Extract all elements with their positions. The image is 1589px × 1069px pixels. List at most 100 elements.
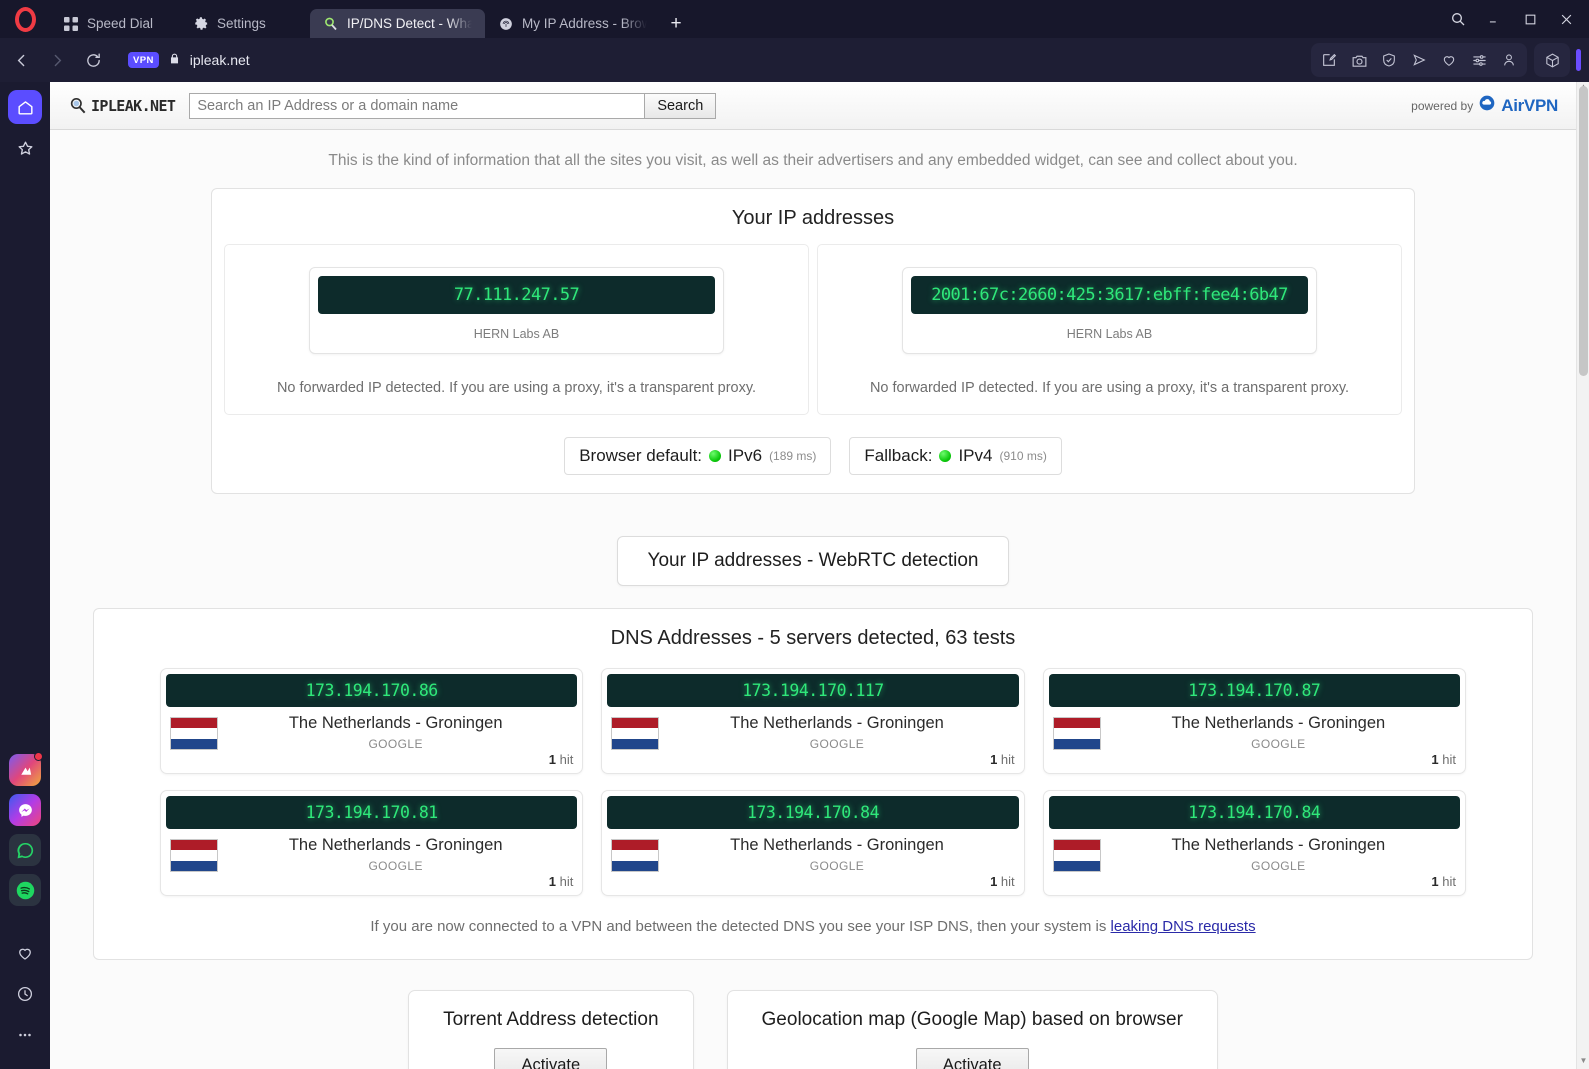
status-dot bbox=[939, 450, 952, 462]
sidebar-item-spotify[interactable] bbox=[9, 874, 41, 906]
status-dot bbox=[709, 450, 722, 462]
scroll-down-arrow[interactable]: ▼ bbox=[1577, 1056, 1589, 1069]
scroll-thumb[interactable] bbox=[1579, 86, 1588, 376]
dns-address[interactable]: 173.194.170.117 bbox=[607, 674, 1019, 707]
tab-label: Settings bbox=[217, 16, 266, 31]
padlock-icon[interactable] bbox=[168, 51, 181, 69]
edit-snapshot-icon[interactable] bbox=[1314, 45, 1344, 75]
sidebar-item-messenger-pin[interactable] bbox=[9, 752, 43, 786]
browser-default-latency: (189 ms) bbox=[769, 449, 817, 463]
reload-button[interactable] bbox=[76, 43, 110, 77]
dns-hit-count: 1 bbox=[548, 752, 556, 767]
dns-hit-unit: hit bbox=[559, 874, 574, 889]
ipv4-org: HERN Labs AB bbox=[473, 327, 560, 341]
dns-hits: 1 hit bbox=[549, 874, 574, 889]
search-icon[interactable] bbox=[1441, 4, 1475, 34]
magnifier-icon bbox=[70, 97, 86, 113]
sidebar-item-home[interactable] bbox=[8, 90, 42, 124]
powered-by: powered by AirVPN bbox=[1411, 95, 1558, 116]
netherlands-flag-icon bbox=[611, 839, 660, 872]
ipv6-column: 2001:67c:2660:425:3617:ebff:fee4:6b47 HE… bbox=[817, 244, 1402, 415]
ipleak-logo-text: IPLEAK.NET bbox=[91, 96, 176, 115]
notification-badge bbox=[34, 752, 43, 761]
ipv4-forward-note: No forwarded IP detected. If you are usi… bbox=[276, 380, 757, 396]
dns-address[interactable]: 173.194.170.84 bbox=[607, 796, 1019, 829]
camera-icon[interactable] bbox=[1344, 45, 1374, 75]
dns-address[interactable]: 173.194.170.81 bbox=[166, 796, 578, 829]
maximize-icon[interactable] bbox=[1513, 4, 1547, 34]
dns-card-body: The Netherlands - Groningen GOOGLE 1 hit bbox=[1049, 829, 1460, 891]
sidebar-item-messenger[interactable] bbox=[9, 794, 41, 826]
dns-org: GOOGLE bbox=[1251, 736, 1306, 751]
tab-speed-dial[interactable]: Speed Dial bbox=[50, 9, 180, 38]
sidebar-item-star[interactable] bbox=[8, 131, 42, 165]
dns-card-body: The Netherlands - Groningen GOOGLE 1 hit bbox=[166, 829, 577, 891]
ipleak-page: IPLEAK.NET Search powered by AirVPN bbox=[50, 82, 1576, 1069]
dns-address[interactable]: 173.194.170.86 bbox=[166, 674, 578, 707]
browser-default-label: Browser default: bbox=[579, 446, 703, 465]
netherlands-flag-icon bbox=[611, 717, 660, 750]
geolocation-activate-button[interactable]: Activate bbox=[915, 1048, 1029, 1069]
dns-hits: 1 hit bbox=[990, 874, 1015, 889]
fingerprint-icon bbox=[498, 16, 514, 32]
sidebar-item-more[interactable] bbox=[8, 1018, 42, 1052]
fallback-latency: (910 ms) bbox=[999, 449, 1047, 463]
url-text: ipleak.net bbox=[189, 52, 250, 68]
netherlands-flag-icon bbox=[1052, 717, 1101, 750]
sidebar-item-whatsapp[interactable] bbox=[9, 834, 41, 866]
close-icon[interactable] bbox=[1549, 4, 1583, 34]
netherlands-flag-icon bbox=[1052, 839, 1101, 872]
send-icon[interactable] bbox=[1404, 45, 1434, 75]
dns-address[interactable]: 173.194.170.84 bbox=[1048, 796, 1460, 829]
page-scrollbar[interactable]: ▲ ▼ bbox=[1576, 82, 1589, 1069]
search-button[interactable]: Search bbox=[645, 92, 717, 119]
shield-check-icon[interactable] bbox=[1374, 45, 1404, 75]
sidebar-accent-bar bbox=[1576, 49, 1581, 71]
tab-label: Speed Dial bbox=[87, 16, 154, 31]
browser-toolbar: VPN ipleak.net bbox=[0, 38, 1589, 82]
geolocation-panel-title: Geolocation map (Google Map) based on br… bbox=[761, 1009, 1183, 1030]
browser-window: Speed Dial Settings IP/DNS Detect - Wha … bbox=[0, 0, 1589, 1069]
ipv6-org: HERN Labs AB bbox=[1066, 327, 1153, 341]
dns-address[interactable]: 173.194.170.87 bbox=[1048, 674, 1460, 707]
tab-strip: Speed Dial Settings IP/DNS Detect - Wha … bbox=[50, 0, 1589, 38]
sliders-icon[interactable] bbox=[1464, 45, 1494, 75]
torrent-activate-button[interactable]: Activate bbox=[494, 1048, 608, 1069]
dns-info: The Netherlands - Groningen GOOGLE bbox=[659, 714, 1014, 751]
sidebar-item-favorites[interactable] bbox=[8, 936, 42, 970]
dns-card-body: The Netherlands - Groningen GOOGLE 1 hit bbox=[166, 707, 577, 769]
profile-icon[interactable] bbox=[1494, 45, 1524, 75]
ip-columns: 77.111.247.57 HERN Labs AB No forwarded … bbox=[212, 244, 1414, 415]
dns-org: GOOGLE bbox=[1251, 858, 1306, 873]
minimize-icon[interactable] bbox=[1477, 4, 1511, 34]
ipv4-address[interactable]: 77.111.247.57 bbox=[318, 276, 715, 314]
search-input[interactable] bbox=[189, 92, 646, 119]
toolbar-actions bbox=[1311, 43, 1581, 77]
cube-icon[interactable] bbox=[1537, 45, 1567, 75]
vpn-badge[interactable]: VPN bbox=[128, 52, 159, 68]
new-tab-button[interactable]: + bbox=[660, 9, 692, 38]
tab-ipdns-detect[interactable]: IP/DNS Detect - What is y bbox=[310, 9, 485, 38]
tab-settings[interactable]: Settings bbox=[180, 9, 310, 38]
dns-info: The Netherlands - Groningen GOOGLE bbox=[659, 836, 1014, 873]
forward-button[interactable] bbox=[40, 43, 74, 77]
heart-icon[interactable] bbox=[1434, 45, 1464, 75]
dns-card-body: The Netherlands - Groningen GOOGLE 1 hit bbox=[1049, 707, 1460, 769]
dns-info: The Netherlands - Groningen GOOGLE bbox=[1101, 836, 1456, 873]
opera-logo[interactable] bbox=[0, 0, 50, 38]
ipv6-address[interactable]: 2001:67c:2660:425:3617:ebff:fee4:6b47 bbox=[911, 276, 1308, 314]
tab-my-ip-address[interactable]: My IP Address - BrowserL bbox=[485, 9, 660, 38]
airvpn-brand: AirVPN bbox=[1501, 95, 1558, 115]
back-button[interactable] bbox=[4, 43, 38, 77]
leaking-dns-link[interactable]: leaking DNS requests bbox=[1111, 918, 1256, 935]
address-bar[interactable]: VPN ipleak.net bbox=[118, 44, 1309, 76]
dns-card: 173.194.170.86 The Netherlands - Groning… bbox=[160, 668, 584, 774]
dns-info: The Netherlands - Groningen GOOGLE bbox=[218, 836, 573, 873]
torrent-detection-panel: Torrent Address detection Activate bbox=[408, 990, 694, 1069]
sidebar-item-history[interactable] bbox=[8, 977, 42, 1011]
grid-icon bbox=[63, 16, 79, 32]
ipleak-logo[interactable]: IPLEAK.NET bbox=[68, 96, 176, 116]
dns-location: The Netherlands - Groningen bbox=[730, 714, 944, 732]
webrtc-detection-button[interactable]: Your IP addresses - WebRTC detection bbox=[616, 536, 1010, 586]
dns-info: The Netherlands - Groningen GOOGLE bbox=[218, 714, 573, 751]
